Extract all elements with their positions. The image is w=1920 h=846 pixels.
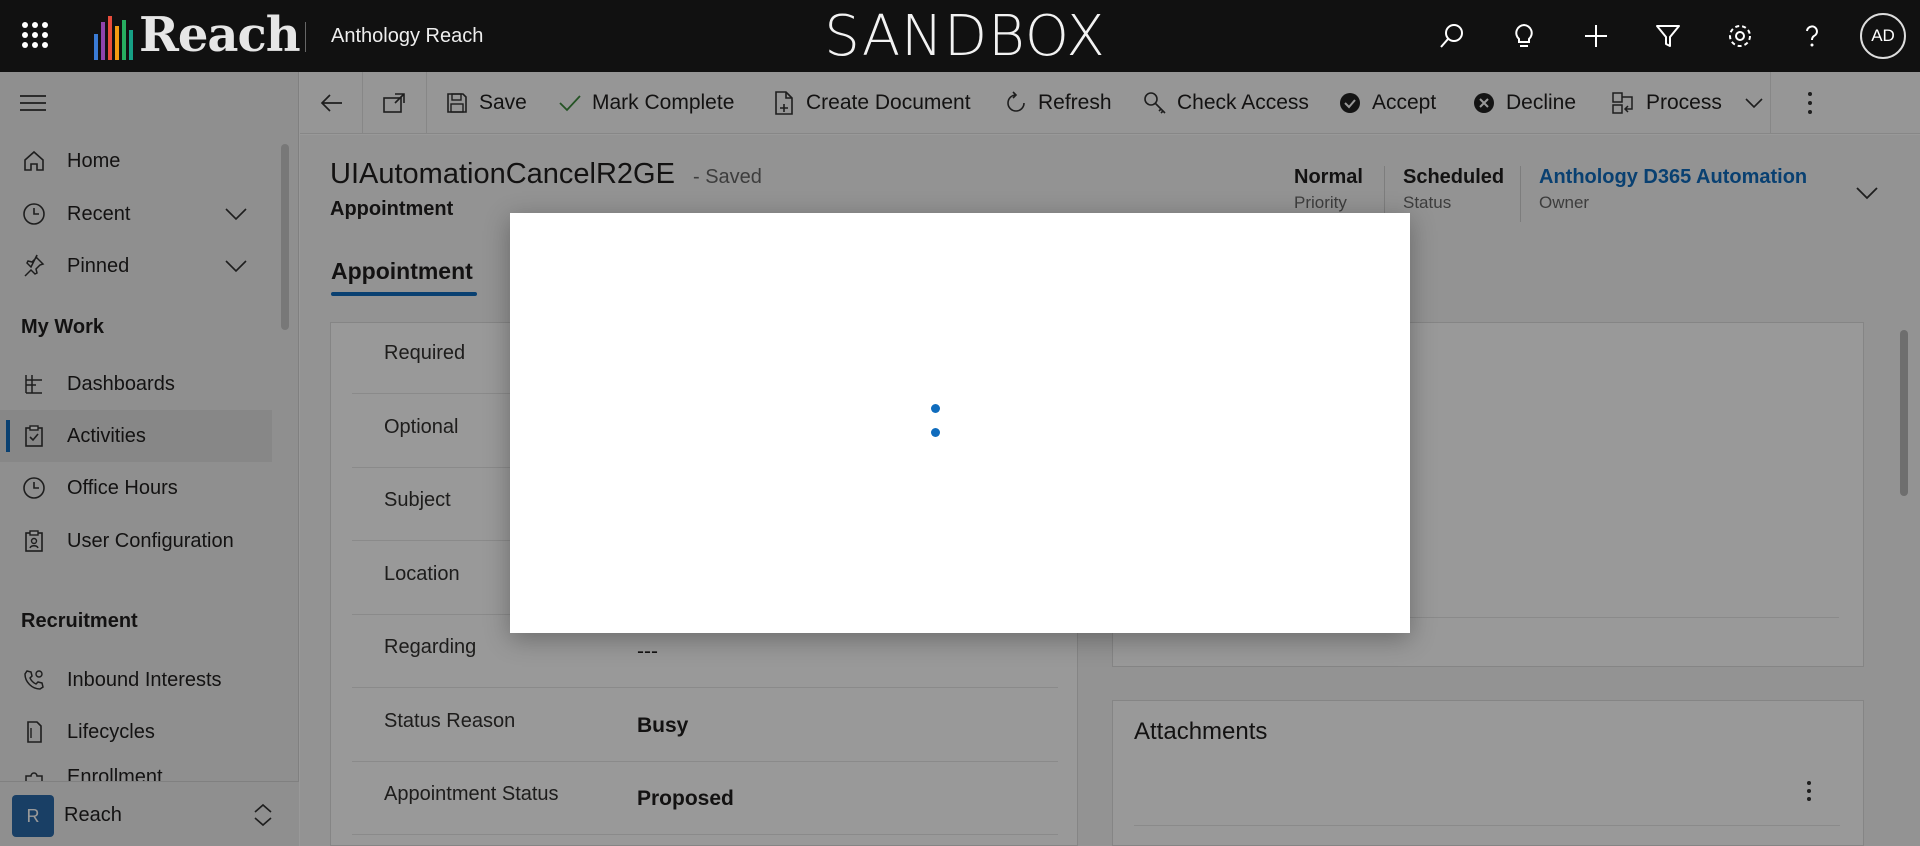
plus-icon[interactable]	[1578, 18, 1614, 54]
filter-icon[interactable]	[1650, 18, 1686, 54]
logo-text: Reach	[139, 7, 301, 63]
loading-dialog	[510, 213, 1410, 633]
reach-logo[interactable]: Reach	[94, 7, 301, 63]
app-name[interactable]: Anthology Reach	[331, 25, 483, 48]
top-navigation-bar: Reach Anthology Reach SANDBOX AD	[0, 0, 1920, 72]
topbar-divider	[305, 22, 306, 52]
help-icon[interactable]	[1794, 18, 1830, 54]
app-launcher-icon[interactable]	[22, 22, 48, 48]
user-avatar[interactable]: AD	[1860, 13, 1906, 59]
logo-bars-icon	[94, 12, 133, 60]
environment-banner: SANDBOX	[824, 4, 1106, 69]
lightbulb-icon[interactable]	[1506, 18, 1542, 54]
search-icon[interactable]	[1434, 18, 1470, 54]
settings-icon[interactable]	[1722, 18, 1758, 54]
loading-spinner-icon	[928, 402, 944, 442]
